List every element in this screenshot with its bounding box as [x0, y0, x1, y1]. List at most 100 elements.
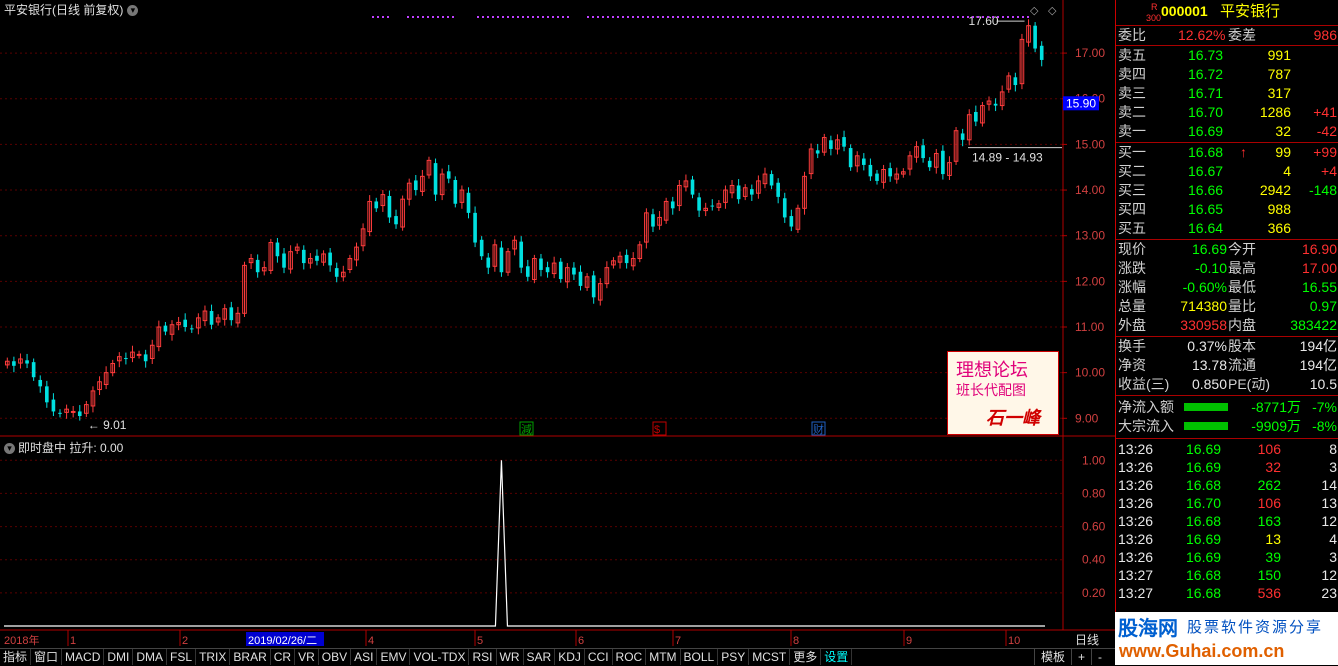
toolbar-item-25[interactable]: 设置: [821, 649, 853, 665]
chevron-down-icon[interactable]: ▾: [4, 443, 15, 455]
stat-value: 16.55: [1301, 279, 1337, 295]
candle-body: [749, 189, 754, 195]
signal-dot: [592, 16, 594, 18]
toolbar-item-22[interactable]: PSY: [718, 649, 750, 665]
signal-dot: [437, 16, 439, 18]
bid-row: 买四 16.65 988: [1116, 200, 1338, 219]
divider: [1116, 438, 1338, 439]
bid-volume: 99: [1275, 144, 1291, 160]
bid-price: 16.65: [1188, 201, 1224, 217]
period-label: 日线: [1075, 633, 1099, 647]
signal-dot: [947, 16, 949, 18]
toolbar-right-item-1[interactable]: +: [1071, 649, 1091, 665]
ask-volume: 787: [1267, 66, 1291, 82]
price-chart[interactable]: 17.60← 9.0114.89 - 14.93◇◇減$财 17.0016.00…: [0, 0, 1115, 648]
bid-change: -148: [1308, 182, 1337, 198]
signal-dot: [492, 16, 494, 18]
signal-dot: [377, 16, 379, 18]
tick-row: 13:26 16.69 32 3: [1116, 458, 1338, 477]
candle-body: [624, 254, 629, 264]
signal-dot: [547, 16, 549, 18]
signal-dot: [627, 16, 629, 18]
toolbar-right-item-2[interactable]: -: [1091, 649, 1108, 665]
toolbar-item-15[interactable]: WR: [497, 649, 524, 665]
toolbar-item-12[interactable]: EMV: [377, 649, 411, 665]
toolbar-item-10[interactable]: OBV: [319, 649, 352, 665]
candle-body: [499, 247, 504, 273]
candle-body: [446, 171, 451, 179]
tick-price: 16.69: [1186, 459, 1222, 475]
ask-label: 卖五: [1118, 47, 1146, 63]
quote-panel: R 300 000001 平安银行 委比 12.62% 委差 986 卖五 16.73 991 卖四 1…: [1115, 0, 1338, 648]
candle-body: [12, 361, 16, 366]
candle-body: [697, 197, 701, 211]
stat-value: 16.69: [1191, 241, 1227, 257]
toolbar-item-3[interactable]: DMI: [104, 649, 134, 665]
candle-body: [545, 267, 550, 273]
toolbar-item-16[interactable]: SAR: [524, 649, 556, 665]
toolbar-item-19[interactable]: ROC: [613, 649, 647, 665]
stat-label: PE(动): [1228, 376, 1270, 392]
signal-dot: [742, 16, 744, 18]
stat-label: 收益(三): [1118, 376, 1170, 392]
x-tick-label: 1: [70, 635, 76, 647]
stat-row: 外盘 330958 内盘 383422: [1116, 316, 1338, 335]
toolbar-item-21[interactable]: BOLL: [681, 649, 719, 665]
signal-dot: [642, 16, 644, 18]
signal-dot: [432, 16, 434, 18]
toolbar-item-20[interactable]: MTM: [646, 649, 681, 665]
toolbar-item-11[interactable]: ASI: [351, 649, 378, 665]
toolbar-item-13[interactable]: VOL-TDX: [410, 649, 470, 665]
toolbar-right-item-0[interactable]: 模板: [1034, 649, 1071, 665]
candle-body: [974, 111, 978, 122]
tick-count: 14: [1321, 477, 1337, 493]
toolbar-item-4[interactable]: DMA: [133, 649, 168, 665]
toolbar-item-14[interactable]: RSI: [469, 649, 497, 665]
toolbar-item-23[interactable]: MCST: [749, 649, 791, 665]
ask-price: 16.69: [1188, 123, 1224, 139]
candle-body: [941, 150, 945, 175]
candle-body: [1033, 25, 1037, 49]
signal-dot: [712, 16, 714, 18]
signal-dot: [982, 16, 984, 18]
signal-dot: [607, 16, 609, 18]
y-tick-label: 0.80: [1082, 486, 1106, 500]
weicha-value: 986: [1313, 27, 1337, 43]
toolbar-item-24[interactable]: 更多: [790, 649, 822, 665]
chart-title[interactable]: 平安银行(日线 前复权) ▾: [4, 1, 139, 18]
toolbar-item-17[interactable]: KDJ: [555, 649, 585, 665]
candle-body: [736, 185, 741, 200]
toolbar-item-6[interactable]: TRIX: [196, 649, 231, 665]
candle-body: [143, 354, 148, 362]
stat-label: 换手: [1118, 338, 1146, 354]
y-tick-label: 13.00: [1075, 229, 1105, 243]
indicator-title[interactable]: ▾ 即时盘中 拉升: 0.00: [4, 439, 123, 456]
signal-dot: [907, 16, 909, 18]
candle-body: [163, 325, 168, 332]
toolbar-item-5[interactable]: FSL: [167, 649, 197, 665]
toolbar-item-7[interactable]: BRAR: [230, 649, 271, 665]
signal-dot: [942, 16, 944, 18]
chevron-down-icon[interactable]: ▾: [127, 5, 139, 17]
toolbar-item-1[interactable]: 窗口: [31, 649, 63, 665]
ask-row: 卖五 16.73 991: [1116, 46, 1338, 65]
tick-price: 16.68: [1186, 513, 1222, 529]
signal-dot: [567, 16, 569, 18]
candle-body: [960, 133, 965, 140]
ask-label: 卖二: [1118, 104, 1146, 120]
y-tick-label: 0.40: [1082, 553, 1106, 567]
candle-body: [58, 412, 62, 414]
toolbar-item-0[interactable]: 指标: [0, 649, 32, 665]
toolbar-item-8[interactable]: CR: [271, 649, 296, 665]
candle-body: [848, 148, 853, 168]
toolbar-item-9[interactable]: VR: [295, 649, 319, 665]
flow-bar: [1184, 422, 1228, 430]
signal-dot: [707, 16, 709, 18]
stat-row: 涨跌 -0.10 最高 17.00: [1116, 259, 1338, 278]
toolbar-item-18[interactable]: CCI: [585, 649, 613, 665]
toolbar-item-2[interactable]: MACD: [62, 649, 105, 665]
signal-dot: [882, 16, 884, 18]
stat-label: 今开: [1228, 241, 1256, 257]
signal-dot: [692, 16, 694, 18]
stat-label: 外盘: [1118, 317, 1146, 333]
